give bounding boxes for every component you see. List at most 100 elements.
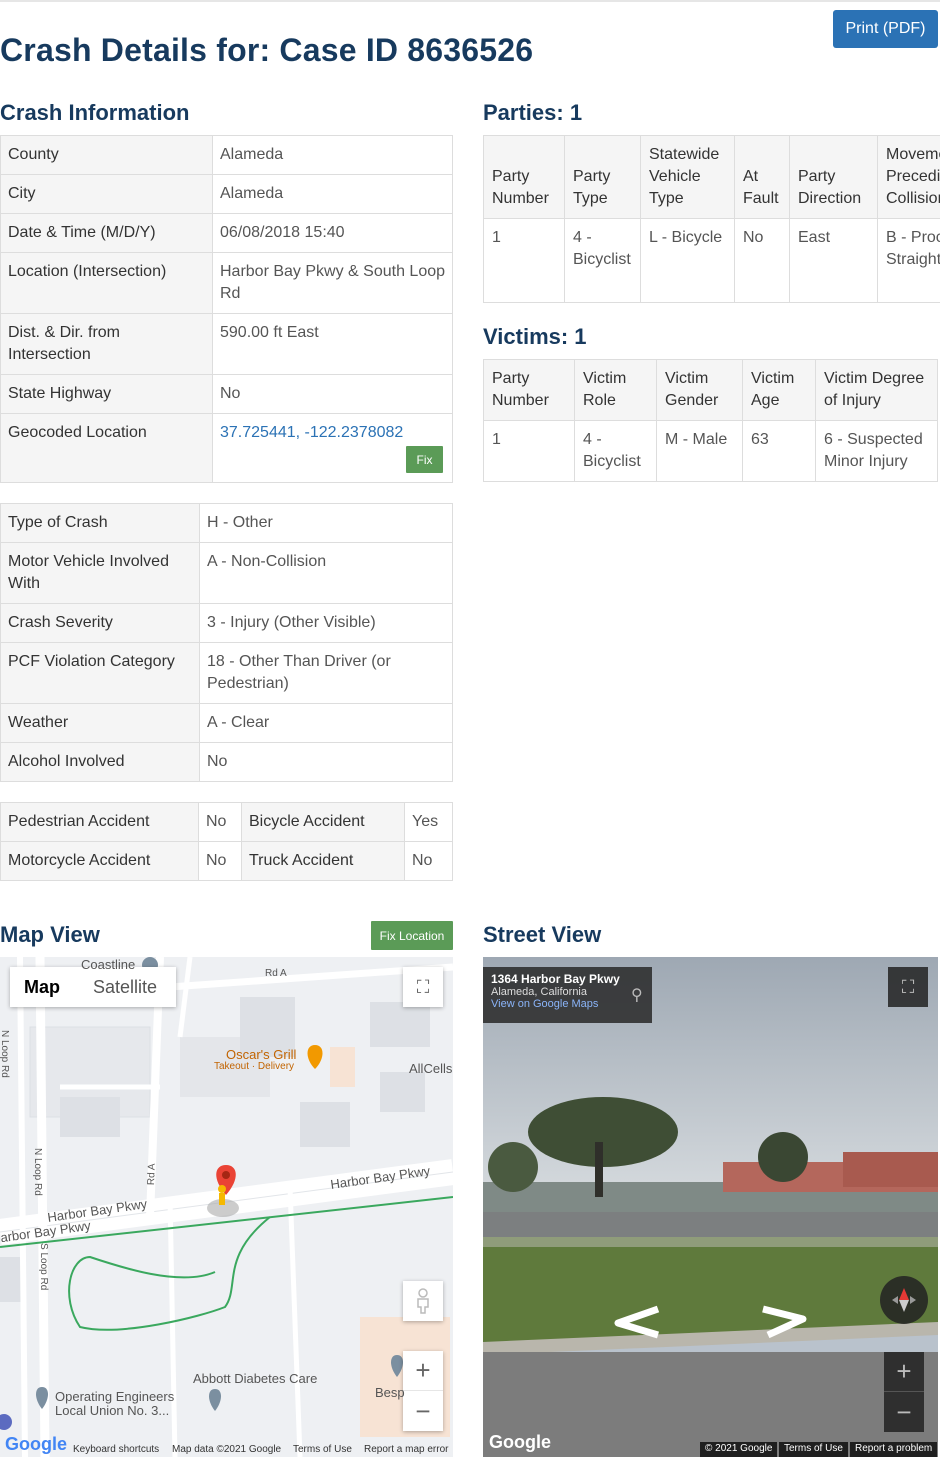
- column-header: Victim Gender: [656, 359, 743, 421]
- compass-icon: [892, 1288, 916, 1312]
- table-cell: 1: [483, 420, 575, 482]
- table-row: Pedestrian Accident No Bicycle Accident …: [0, 802, 453, 842]
- table-cell: M - Male: [656, 420, 743, 482]
- crash-type-table: Type of Crash H - Other Motor Vehicle Inv…: [0, 503, 453, 782]
- zoom-in-icon[interactable]: +: [403, 1351, 443, 1391]
- row-value: No: [199, 742, 453, 782]
- table-row: Date & Time (M/D/Y) 06/08/2018 15:40: [0, 213, 453, 253]
- fix-geocode-button[interactable]: Fix: [406, 446, 443, 473]
- column-header: Victim Age: [742, 359, 816, 421]
- parties-table-scroll[interactable]: Party Number Party Type Statewide Vehicl…: [483, 135, 940, 305]
- street-view-panorama[interactable]: [483, 957, 938, 1457]
- zoom-out-icon[interactable]: −: [884, 1392, 924, 1432]
- row-label: Dist. & Dir. from Intersection: [0, 313, 213, 375]
- map-label: Besp: [375, 1385, 405, 1400]
- row-label: Location (Intersection): [0, 252, 213, 314]
- street-view-terms-link[interactable]: Terms of Use: [779, 1442, 848, 1457]
- table-header-row: Party Number Party Type Statewide Vehicl…: [483, 135, 940, 219]
- page-title: Crash Details for: Case ID 8636526: [0, 32, 534, 68]
- terms-link[interactable]: Terms of Use: [293, 1444, 352, 1455]
- table-row: Weather A - Clear: [0, 703, 453, 743]
- street-view-copyright: © 2021 Google: [700, 1442, 778, 1457]
- row-label: State Highway: [0, 374, 213, 414]
- crash-information-table: County Alameda City Alameda Date & Time (M…: [0, 135, 453, 483]
- row-label: PCF Violation Category: [0, 642, 200, 704]
- row-label: City: [0, 174, 213, 214]
- table-row: Location (Intersection) Harbor Bay Pkwy &…: [0, 252, 453, 314]
- parties-table: Party Number Party Type Statewide Vehicl…: [483, 135, 940, 303]
- row-label: Alcohol Involved: [0, 742, 200, 782]
- print-pdf-button[interactable]: Print (PDF): [833, 10, 938, 48]
- satellite-tab[interactable]: Satellite: [74, 967, 176, 1007]
- map-type-control: Map Satellite: [10, 967, 176, 1007]
- table-cell: 4 - Bicyclist: [564, 218, 641, 303]
- pedestrian-accident-value: No: [198, 802, 242, 842]
- row-value: 3 - Injury (Other Visible): [199, 603, 453, 643]
- row-value: Alameda: [212, 174, 453, 214]
- table-cell: East: [789, 218, 878, 303]
- map-label: Operating Engineers: [55, 1389, 175, 1404]
- column-header: Party Direction: [789, 135, 878, 219]
- motorcycle-accident-value: No: [198, 841, 242, 881]
- row-label: County: [0, 135, 213, 175]
- table-row: Motorcycle Accident No Truck Accident No: [0, 841, 453, 881]
- table-row: Geocoded Location 37.725441, -122.2378082: [0, 413, 453, 483]
- map-fullscreen-button[interactable]: ⛶: [403, 967, 443, 1007]
- bicycle-accident-value: Yes: [404, 802, 453, 842]
- map-label: Rd A: [146, 1163, 158, 1186]
- column-header: Party Type: [564, 135, 641, 219]
- geocoded-location-link[interactable]: 37.725441, -122.2378082: [220, 424, 403, 441]
- keyboard-shortcuts-link[interactable]: Keyboard shortcuts: [73, 1444, 159, 1455]
- fix-location-button[interactable]: Fix Location: [371, 921, 453, 950]
- fullscreen-icon: ⛶: [901, 976, 915, 997]
- row-label: Geocoded Location: [0, 413, 213, 483]
- map-label: Rd A: [265, 968, 287, 979]
- victims-heading: Victims: 1: [483, 324, 587, 349]
- map-label: Local Union No. 3...: [55, 1403, 170, 1418]
- street-view-fullscreen-button[interactable]: ⛶: [888, 967, 928, 1007]
- street-view-city: Alameda, California: [491, 986, 587, 998]
- table-row: Dist. & Dir. from Intersection 590.00 ft …: [0, 313, 453, 375]
- report-map-error-link[interactable]: Report a map error: [364, 1444, 448, 1455]
- table-cell: No: [734, 218, 790, 303]
- google-logo: Google: [5, 1434, 67, 1454]
- row-value: 06/08/2018 15:40: [212, 213, 453, 253]
- map-view-heading: Map View: [0, 922, 100, 947]
- report-problem-link[interactable]: Report a problem: [850, 1442, 938, 1457]
- street-view-address: 1364 Harbor Bay Pkwy: [491, 972, 620, 986]
- table-row: County Alameda: [0, 135, 453, 175]
- table-cell: B - Proceeding Straight: [877, 218, 940, 303]
- zoom-in-icon[interactable]: +: [884, 1352, 924, 1392]
- table-cell: 6 - Suspected Minor Injury: [815, 420, 938, 482]
- row-label: Weather: [0, 703, 200, 743]
- column-header: Movement Preceding Collision: [877, 135, 940, 219]
- truck-accident-label: Truck Accident: [241, 841, 405, 881]
- accident-flags-table: Pedestrian Accident No Bicycle Accident …: [0, 802, 453, 881]
- column-header: Party Number: [483, 135, 565, 219]
- table-row: Alcohol Involved No: [0, 742, 453, 782]
- bicycle-accident-label: Bicycle Accident: [241, 802, 405, 842]
- map-label: S Loop Rd: [38, 1243, 49, 1291]
- table-row: Type of Crash H - Other: [0, 503, 453, 543]
- compass-control[interactable]: [880, 1276, 928, 1324]
- street-view-heading: Street View: [483, 922, 602, 947]
- top-border: [0, 0, 940, 2]
- column-header: At Fault: [734, 135, 790, 219]
- zoom-out-icon[interactable]: −: [403, 1391, 443, 1431]
- table-header-row: Party Number Victim Role Victim Gender V…: [483, 359, 938, 421]
- crash-information-heading: Crash Information: [0, 100, 190, 125]
- map-label: AllCells: [409, 1061, 453, 1076]
- pegman-button[interactable]: [403, 1281, 443, 1321]
- map-tab[interactable]: Map: [10, 967, 74, 1007]
- table-cell: 4 - Bicyclist: [574, 420, 657, 482]
- view-on-google-maps-link[interactable]: View on Google Maps: [491, 998, 644, 1010]
- map-label[interactable]: Oscar's Grill: [226, 1047, 296, 1062]
- row-value: 18 - Other Than Driver (or Pedestrian): [199, 642, 453, 704]
- table-row: Crash Severity 3 - Injury (Other Visible): [0, 603, 453, 643]
- google-logo: Google: [489, 1432, 551, 1452]
- victims-table: Party Number Victim Role Victim Gender V…: [483, 359, 938, 482]
- row-value: A - Non-Collision: [199, 542, 453, 604]
- table-row: Motor Vehicle Involved With A - Non-Colli…: [0, 542, 453, 604]
- column-header: Statewide Vehicle Type: [640, 135, 735, 219]
- row-value: No: [212, 374, 453, 414]
